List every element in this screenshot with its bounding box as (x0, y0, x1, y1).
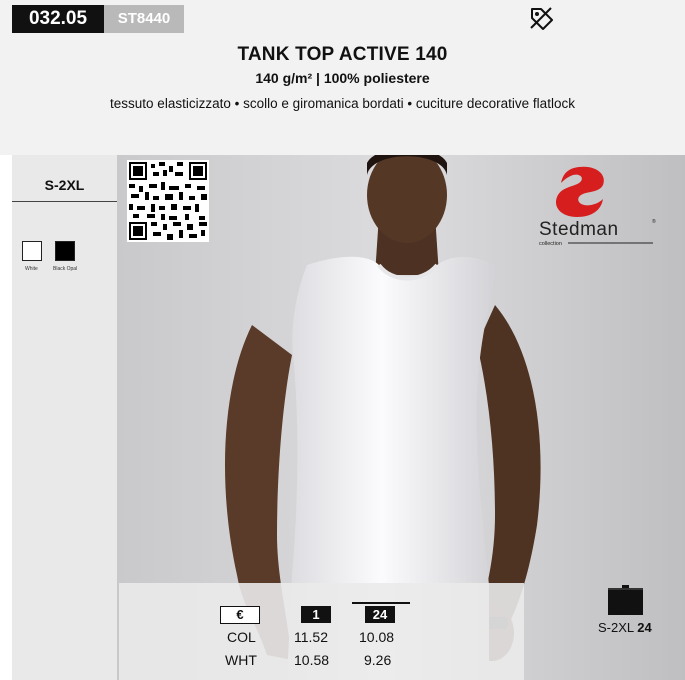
qty-header-24: 24 (365, 606, 395, 623)
qty-header-1: 1 (301, 606, 331, 623)
price-wht-24: 9.26 (364, 652, 392, 668)
row-label-wht: WHT (225, 652, 257, 668)
qr-code (127, 160, 209, 242)
currency-label: € (220, 606, 260, 624)
sidebar: S-2XL White Black Opal (12, 155, 117, 680)
svg-text:collection: collection (539, 241, 562, 247)
svg-text:Stedman: Stedman (539, 219, 619, 240)
divider (12, 201, 117, 202)
box-icon (608, 585, 643, 615)
color-swatch-white (22, 241, 42, 261)
product-subtitle: 140 g/m² | 100% poliestere (255, 70, 430, 86)
stedman-logo: Stedman ® collection (539, 166, 656, 247)
divider (352, 602, 410, 604)
price-col-24: 10.08 (359, 629, 395, 645)
price-col-1: 11.52 (294, 629, 328, 645)
product-title: TANK TOP ACTIVE 140 (237, 44, 448, 65)
packaging-sizes: S-2XL (598, 620, 634, 635)
catalog-code-badge: 032.05 (12, 5, 104, 33)
color-swatch-black-opal (55, 241, 75, 261)
product-features: tessuto elasticizzato • scollo e giroman… (110, 96, 575, 111)
size-range: S-2XL (44, 177, 85, 193)
price-wht-1: 10.58 (294, 652, 330, 668)
row-label-col: COL (227, 629, 256, 645)
packaging-quantity: 24 (637, 620, 652, 635)
price-tag-icon (530, 7, 553, 30)
color-label-white: White (25, 266, 38, 272)
packaging-info: S-2XL 24 (598, 620, 652, 635)
svg-text:®: ® (652, 218, 656, 225)
sku-badge: ST8440 (104, 5, 184, 33)
color-label-black-opal: Black Opal (53, 266, 78, 272)
